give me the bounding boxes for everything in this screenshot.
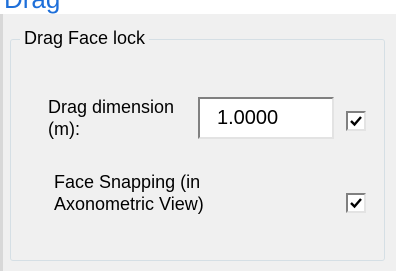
window-left-edge — [0, 14, 3, 271]
drag-dimension-label-line2: (m): — [48, 119, 80, 139]
face-snapping-label-line2: Axonometric View) — [54, 194, 204, 214]
drag-dimension-label: Drag dimension (m): — [48, 96, 174, 140]
window-title-fragment: Drag — [4, 0, 60, 12]
face-snapping-checkbox[interactable] — [346, 193, 366, 213]
window-title-strip: Drag — [0, 0, 396, 14]
checkmark-icon — [350, 116, 362, 127]
drag-dimension-label-line1: Drag dimension — [48, 97, 175, 117]
drag-dimension-input[interactable] — [198, 97, 334, 139]
groupbox-title: Drag Face lock — [20, 26, 150, 50]
drag-face-lock-groupbox — [10, 39, 385, 261]
checkmark-icon — [350, 198, 362, 209]
drag-dimension-checkbox[interactable] — [346, 111, 366, 131]
face-snapping-label-line1: Face Snapping (in — [54, 172, 201, 192]
face-snapping-label: Face Snapping (in Axonometric View) — [54, 171, 204, 215]
